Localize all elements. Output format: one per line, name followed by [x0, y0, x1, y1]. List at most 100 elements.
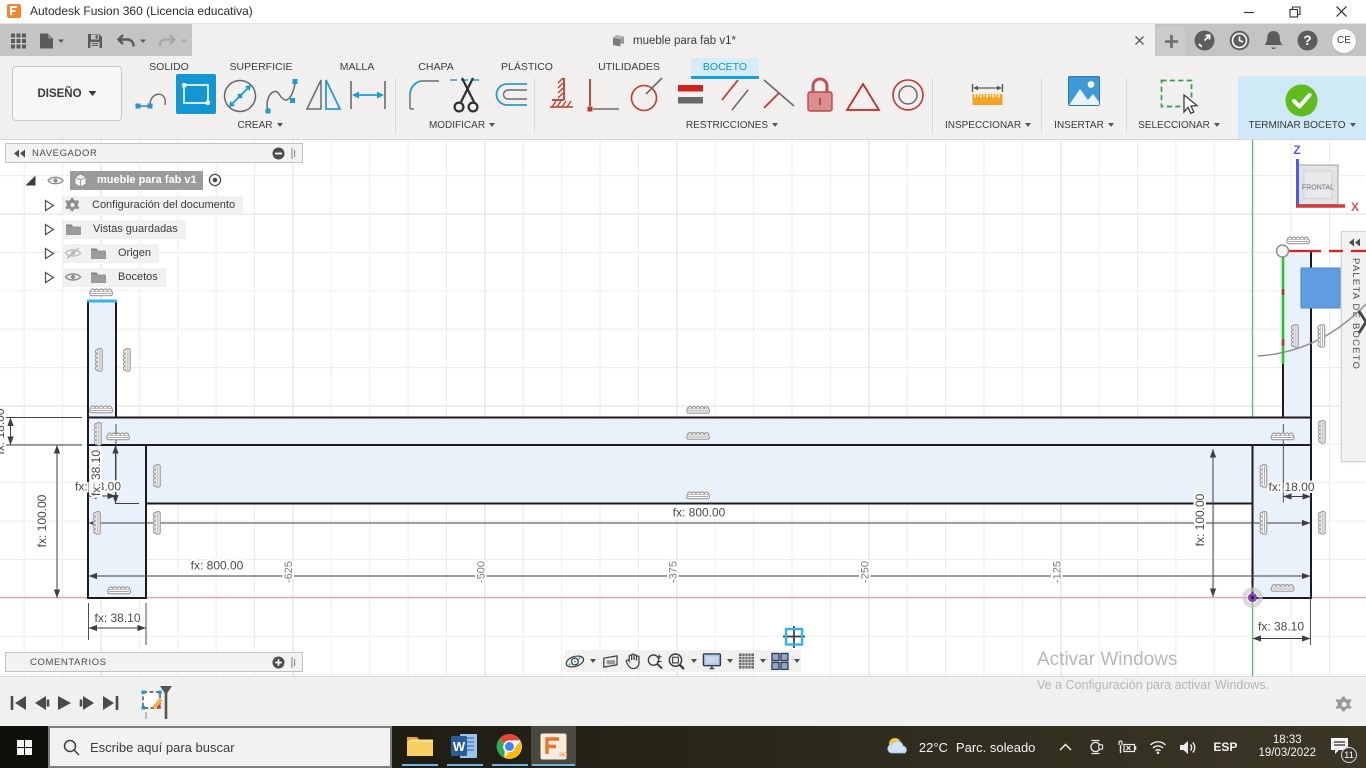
sketch-point-marker[interactable] — [1275, 244, 1290, 258]
grid-caret[interactable] — [760, 659, 767, 663]
visibility-off-eye-icon[interactable] — [64, 246, 82, 260]
tab-superficie[interactable]: SUPERFICIE — [227, 58, 295, 76]
new-tab-button[interactable] — [1157, 26, 1185, 57]
panel-plus-icon[interactable] — [272, 656, 285, 669]
help-icon[interactable]: ? — [1296, 29, 1319, 52]
tool-rectangle-icon[interactable] — [176, 74, 216, 114]
panel-drag-handle[interactable] — [291, 656, 296, 669]
tray-volume-icon[interactable] — [1179, 740, 1198, 755]
visibility-eye-icon[interactable] — [47, 175, 64, 186]
collapsed-triangle-icon[interactable] — [44, 222, 55, 236]
taskbar-file-explorer[interactable] — [397, 726, 442, 766]
tool-select-icon[interactable] — [1160, 79, 1200, 119]
collapsed-triangle-icon[interactable] — [44, 270, 55, 284]
panel-drag-handle[interactable] — [291, 147, 296, 160]
avatar[interactable]: CE — [1331, 27, 1357, 54]
expand-triangle-icon[interactable] — [24, 174, 37, 187]
timeline-settings-gear-icon[interactable] — [1336, 696, 1353, 713]
constraint-symmetry-icon[interactable] — [845, 82, 881, 112]
job-status-clock-icon[interactable] — [1228, 29, 1251, 52]
start-button[interactable] — [0, 726, 48, 768]
viewports-icon[interactable] — [771, 652, 789, 670]
tree-item-root[interactable]: mueble para fab v1 — [5, 170, 222, 190]
group-label-restricciones[interactable]: RESTRICCIONES — [667, 120, 797, 131]
taskbar-chrome[interactable] — [487, 726, 532, 766]
orbit-caret[interactable] — [589, 659, 596, 663]
constraint-lock-icon[interactable] — [805, 76, 835, 116]
tray-wifi-icon[interactable] — [1149, 740, 1167, 754]
restore-button[interactable] — [1272, 0, 1317, 23]
tray-chevron-up-icon[interactable] — [1059, 743, 1072, 751]
redo-icon[interactable] — [157, 33, 177, 49]
step-back-icon[interactable] — [33, 695, 50, 711]
viewcube[interactable]: FRONTAL Z X — [1293, 143, 1359, 214]
sketch-profiles[interactable] — [88, 251, 1311, 598]
constraint-glyphs[interactable] — [89, 236, 1326, 595]
tree-item-bocetos[interactable]: Bocetos — [5, 267, 166, 287]
panel-minus-icon[interactable] — [272, 147, 285, 160]
fit-view-icon[interactable] — [667, 652, 686, 671]
navegador-header[interactable]: NAVEGADOR — [5, 143, 303, 163]
app-grid-icon[interactable] — [10, 32, 27, 49]
taskbar-clock[interactable]: 18:33 19/03/2022 — [1258, 734, 1316, 760]
tab-utilidades[interactable]: UTILIDADES — [595, 58, 663, 76]
group-label-crear[interactable]: CREAR — [210, 120, 310, 131]
grid-settings-icon[interactable] — [738, 652, 755, 670]
viewports-caret[interactable] — [794, 659, 800, 663]
group-label-insertar[interactable]: INSERTAR — [1034, 120, 1134, 131]
design-workspace-dropdown[interactable]: DISEÑO — [12, 66, 122, 121]
undo-icon[interactable] — [116, 33, 136, 49]
document-tab[interactable]: mueble para fab v1* — [192, 24, 1155, 57]
comentarios-header[interactable]: COMENTARIOS — [5, 652, 303, 672]
step-forward-icon[interactable] — [79, 695, 96, 711]
display-caret[interactable] — [727, 659, 734, 663]
tool-dimension-icon[interactable] — [348, 76, 388, 114]
redo-caret-icon[interactable] — [180, 37, 188, 45]
tab-boceto[interactable]: BOCETO — [691, 58, 759, 76]
constraint-equal-icon[interactable] — [677, 82, 704, 108]
go-to-start-icon[interactable] — [10, 695, 27, 711]
tab-chapa[interactable]: CHAPA — [413, 58, 459, 76]
constraint-horizontal-vertical-icon[interactable] — [585, 76, 623, 116]
constraint-fixed-icon[interactable] — [548, 76, 578, 118]
save-icon[interactable] — [87, 33, 103, 49]
tray-battery-pen-icon[interactable] — [1116, 740, 1137, 754]
language-indicator[interactable]: ESP — [1213, 740, 1237, 754]
tab-malla[interactable]: MALLA — [332, 58, 382, 76]
group-label-terminar-boceto[interactable]: TERMINAR BOCETO — [1238, 120, 1366, 131]
group-label-seleccionar[interactable]: SELECCIONAR — [1129, 120, 1229, 131]
constraint-parallel-icon[interactable] — [718, 76, 754, 114]
document-tab-close-icon[interactable] — [1132, 33, 1147, 48]
display-settings-icon[interactable] — [702, 652, 722, 670]
visibility-eye-icon[interactable] — [64, 271, 82, 283]
collapsed-triangle-icon[interactable] — [44, 246, 55, 260]
tab-plastico[interactable]: PLÁSTICO — [497, 58, 557, 76]
close-button[interactable] — [1319, 0, 1364, 23]
file-menu-icon[interactable] — [39, 32, 54, 49]
activate-radio-icon[interactable] — [208, 173, 222, 187]
minimize-button[interactable] — [1226, 0, 1271, 23]
zoom-icon[interactable] — [646, 652, 664, 671]
taskbar-search-input[interactable]: Escribe aquí para buscar — [48, 726, 392, 768]
timeline-sketch-feature[interactable] — [139, 685, 179, 725]
taskbar-word[interactable]: W — [442, 726, 487, 766]
look-at-icon[interactable] — [601, 653, 620, 670]
go-to-end-icon[interactable] — [102, 695, 119, 711]
tool-measure-icon[interactable] — [971, 83, 1004, 107]
tray-cast-icon[interactable] — [1087, 739, 1104, 755]
taskbar-fusion-360-active[interactable]: 360 — [531, 726, 576, 766]
group-label-modificar[interactable]: MODIFICAR — [412, 120, 512, 131]
tool-spline-icon[interactable] — [262, 76, 302, 116]
tool-circle-icon[interactable] — [221, 76, 259, 116]
file-menu-caret-icon[interactable] — [57, 37, 65, 45]
tool-fillet-icon[interactable] — [406, 76, 446, 112]
tool-mirror-icon[interactable] — [305, 76, 345, 114]
group-label-inspeccionar[interactable]: INSPECCIONAR — [938, 120, 1038, 131]
notifications-bell-icon[interactable] — [1263, 29, 1284, 52]
notification-center[interactable]: 11 — [1326, 726, 1366, 768]
collapse-panel-icon[interactable] — [13, 149, 26, 158]
tool-offset-icon[interactable] — [489, 76, 529, 112]
undo-caret-icon[interactable] — [139, 37, 147, 45]
play-icon[interactable] — [56, 695, 73, 711]
tree-item-configuracion[interactable]: Configuración del documento — [5, 195, 244, 215]
